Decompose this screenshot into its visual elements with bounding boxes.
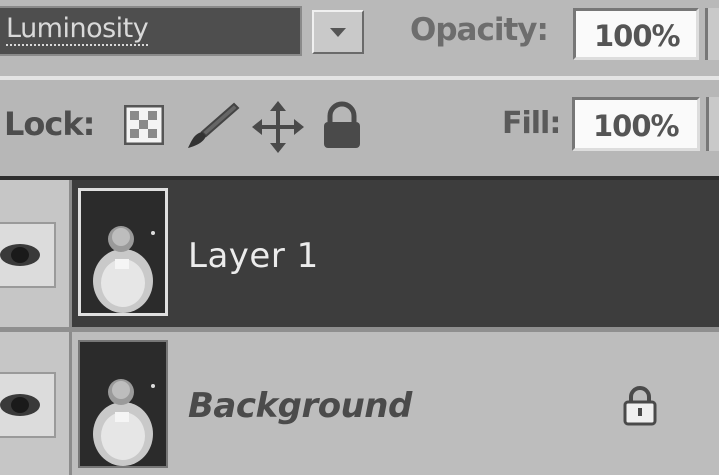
eye-icon [0,244,40,266]
lock-position-icon[interactable] [250,99,306,155]
layer-name[interactable]: Background [188,386,412,426]
blend-options-bar: Luminosity Opacity: 100% [0,0,719,76]
lock-all-icon[interactable] [320,100,364,152]
padlock-icon [623,386,657,426]
fill-input[interactable]: 100% [572,97,700,151]
layer-name[interactable]: Layer 1 [188,236,319,276]
layer-row-layer-1[interactable]: Layer 1 [0,180,719,327]
lock-transparent-pixels-icon[interactable] [124,105,164,145]
layer-thumbnail [78,188,168,316]
blend-mode-value: Luminosity [6,13,149,46]
eye-icon-frame [0,222,56,288]
lock-label: Lock: [4,105,95,143]
visibility-toggle[interactable] [0,332,72,475]
opacity-slider-button[interactable] [705,8,719,60]
layers-panel: Luminosity Opacity: 100% Lock: Fill: 100… [0,0,719,475]
eye-icon-frame [0,372,56,438]
opacity-label: Opacity: [410,12,549,48]
fill-slider-button[interactable] [706,97,719,151]
fill-label: Fill: [502,106,561,141]
dropdown-arrow-icon[interactable] [312,10,364,54]
lock-image-pixels-icon[interactable] [184,100,242,152]
fill-value: 100% [593,109,680,143]
layer-thumbnail [78,340,168,468]
blend-mode-select[interactable]: Luminosity [0,6,302,56]
eye-icon [0,394,40,416]
opacity-value: 100% [594,19,681,53]
layer-row-background[interactable]: Background [0,332,719,475]
opacity-input[interactable]: 100% [573,8,699,60]
visibility-toggle[interactable] [0,180,72,327]
lock-options-bar: Lock: Fill: 100% [0,80,719,176]
